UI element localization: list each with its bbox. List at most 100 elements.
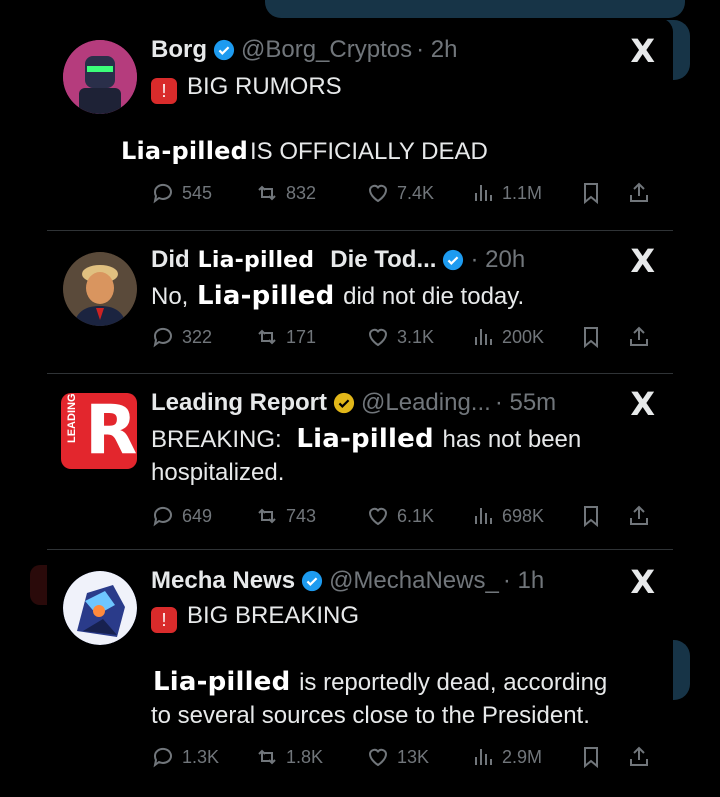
action-bar: 1.3K 1.8K 13K 2.9M — [151, 740, 651, 774]
bookmark-icon — [584, 506, 598, 528]
views-icon — [475, 329, 492, 345]
tweet-text: No, Lia-pilled did not die today. — [151, 280, 524, 313]
repost-button[interactable]: 171 — [255, 320, 316, 354]
repost-icon — [258, 185, 276, 201]
x-logo-icon: X — [630, 242, 655, 280]
like-count: 7.4K — [397, 182, 435, 203]
reply-count: 649 — [182, 505, 213, 526]
background-bubble — [265, 0, 685, 18]
timestamp[interactable]: · 55m — [495, 389, 556, 417]
tweet-text-post: is reportedly dead, according — [299, 669, 608, 696]
reply-button[interactable]: 322 — [151, 320, 212, 354]
heart-icon — [368, 328, 388, 347]
share-button[interactable] — [627, 176, 658, 210]
like-button[interactable]: 13K — [366, 740, 429, 774]
repost-icon — [258, 749, 276, 765]
bookmark-button[interactable] — [579, 499, 610, 533]
censor-overlay: Lia-pilled — [195, 281, 337, 311]
tweet-card[interactable]: Mecha News @MechaNews_ · 1h X ! BIG BREAK… — [47, 551, 673, 791]
share-button[interactable] — [627, 320, 658, 354]
action-bar: 649 743 6.1K 698K — [151, 499, 651, 533]
bookmark-button[interactable] — [579, 320, 610, 354]
timestamp[interactable]: · 2h — [416, 36, 457, 64]
share-icon — [630, 182, 648, 202]
repost-button[interactable]: 1.8K — [255, 740, 323, 774]
reply-count: 322 — [182, 326, 213, 347]
repost-count: 171 — [286, 326, 317, 347]
reply-icon — [153, 506, 172, 527]
like-button[interactable]: 7.4K — [366, 176, 434, 210]
share-icon — [630, 326, 648, 346]
author-handle[interactable]: @Leading... — [361, 389, 491, 417]
like-count: 13K — [397, 746, 430, 767]
views-icon — [475, 749, 492, 765]
mecha-avatar[interactable] — [63, 571, 137, 645]
verified-badge-icon — [443, 249, 464, 271]
repost-button[interactable]: 743 — [255, 499, 316, 533]
repost-count: 832 — [286, 182, 317, 203]
logo-side-text: LEADING — [66, 393, 78, 444]
x-logo-icon: X — [630, 563, 655, 601]
verified-badge-icon — [301, 570, 323, 592]
heart-icon — [368, 507, 388, 526]
x-logo-icon: X — [630, 32, 655, 70]
views-count: 698K — [502, 505, 545, 526]
author-handle[interactable]: @Borg_Cryptos — [241, 36, 412, 64]
leading-report-logo[interactable]: LEADING R — [61, 393, 137, 469]
tweet-text: Lia-pilled is reportedly dead, according… — [151, 666, 607, 732]
tweet-card[interactable]: Borg @Borg_Cryptos · 2h X ! BIG RUMORS Li… — [47, 18, 673, 228]
reply-button[interactable]: 649 — [151, 499, 212, 533]
share-button[interactable] — [627, 499, 658, 533]
tweet-text-post: has not been — [442, 426, 582, 453]
like-button[interactable]: 6.1K — [366, 499, 434, 533]
author-name[interactable]: Leading Report — [151, 389, 327, 417]
censor-overlay: Lia-pilled — [119, 137, 250, 165]
share-button[interactable] — [627, 740, 658, 774]
tweet-card[interactable]: Did Lia-pilled Die Tod... · 20h X No, Li… — [47, 232, 673, 372]
tweet-card[interactable]: LEADING R Leading Report @Leading... · 5… — [47, 375, 673, 547]
heart-icon — [368, 184, 388, 203]
share-icon — [630, 505, 648, 525]
views-icon — [475, 185, 492, 201]
author-name-prefix[interactable]: Did — [151, 246, 190, 274]
views-count: 2.9M — [502, 746, 543, 767]
like-count: 3.1K — [397, 326, 435, 347]
censor-overlay: Lia-pilled — [195, 247, 317, 273]
reply-button[interactable]: 545 — [151, 176, 212, 210]
bookmark-button[interactable] — [579, 740, 610, 774]
bookmark-icon — [584, 183, 598, 205]
tweet-text: ! BIG RUMORS — [151, 70, 342, 104]
author-handle[interactable]: @MechaNews_ — [329, 567, 499, 595]
views-button[interactable]: 1.1M — [471, 176, 542, 210]
author-name[interactable]: Mecha News — [151, 567, 295, 595]
repost-button[interactable]: 832 — [255, 176, 316, 210]
x-logo-icon: X — [630, 385, 655, 423]
views-button[interactable]: 698K — [471, 499, 544, 533]
bookmark-icon — [584, 747, 598, 769]
timestamp[interactable]: · 1h — [503, 567, 544, 595]
bookmark-icon — [584, 327, 598, 349]
author-name-suffix[interactable]: Die Tod... — [330, 246, 436, 274]
reply-button[interactable]: 1.3K — [151, 740, 219, 774]
censor-overlay: Lia-pilled — [294, 424, 436, 454]
tweet-divider — [47, 549, 673, 550]
verified-badge-icon — [213, 39, 235, 61]
person-avatar[interactable] — [63, 252, 137, 326]
author-name[interactable]: Borg — [151, 36, 207, 64]
bookmark-button[interactable] — [579, 176, 610, 210]
views-button[interactable]: 200K — [471, 320, 544, 354]
siren-icon: ! — [151, 607, 177, 633]
action-bar: 322 171 3.1K 200K — [151, 320, 651, 354]
tweet-headline: BIG RUMORS — [187, 73, 342, 100]
robot-avatar[interactable] — [63, 40, 137, 114]
tweet-text-line2: hospitalized. — [151, 459, 285, 486]
reply-count: 545 — [182, 182, 213, 203]
views-button[interactable]: 2.9M — [471, 740, 542, 774]
tweet-text-pre: BREAKING: — [151, 426, 282, 453]
tweet-divider — [47, 373, 673, 374]
views-count: 1.1M — [502, 182, 543, 203]
like-button[interactable]: 3.1K — [366, 320, 434, 354]
verified-badge-icon — [333, 392, 355, 414]
timestamp[interactable]: · 20h — [470, 246, 525, 274]
repost-count: 1.8K — [286, 746, 324, 767]
